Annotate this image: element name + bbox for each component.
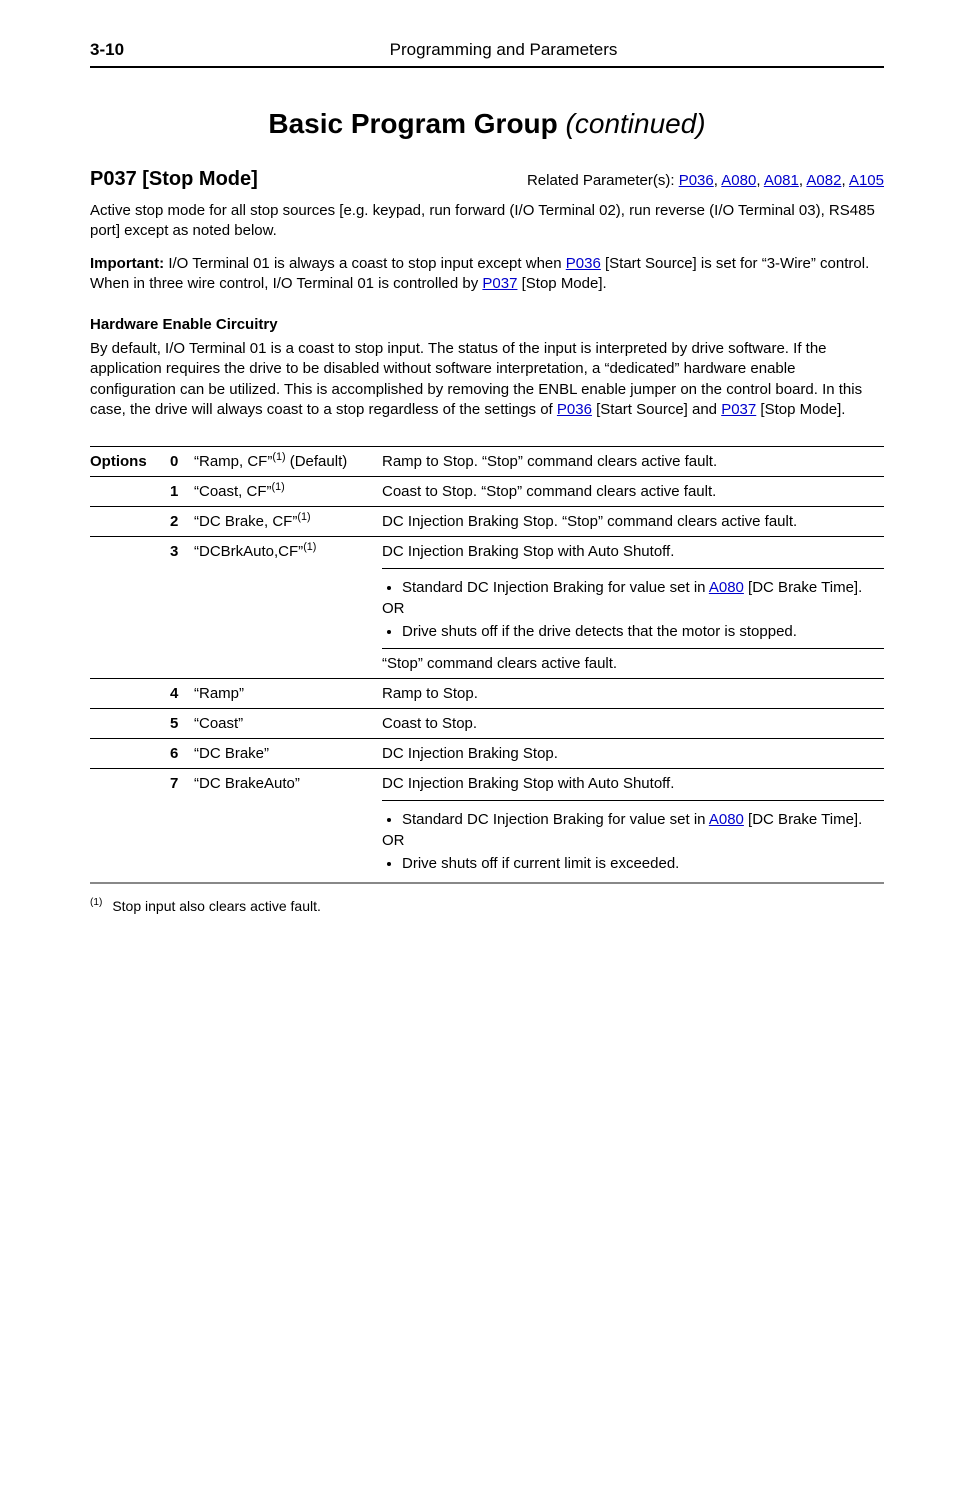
related-link[interactable]: A081	[764, 172, 799, 189]
inline-link[interactable]: P037	[721, 401, 756, 418]
opt-num: 2	[170, 507, 194, 536]
or-text: OR	[382, 600, 884, 617]
footnote-text: Stop input also clears active fault.	[112, 898, 321, 914]
opt-desc: DC Injection Braking Stop. “Stop” comman…	[382, 507, 884, 536]
opt-num: 0	[170, 447, 194, 476]
opt-name: “Coast”	[194, 709, 382, 738]
paragraph-2: Important: I/O Terminal 01 is always a c…	[90, 254, 884, 295]
opt-name: “Coast, CF”(1)	[194, 477, 382, 506]
hw-c: [Stop Mode].	[756, 401, 845, 418]
page: 3-10 Programming and Parameters Basic Pr…	[0, 0, 954, 974]
para2-a: I/O Terminal 01 is always a coast to sto…	[164, 255, 566, 272]
opt-num: 4	[170, 679, 194, 708]
group-title: Basic Program Group (continued)	[90, 108, 884, 140]
opt-desc-line1: DC Injection Braking Stop with Auto Shut…	[382, 543, 884, 560]
inline-link[interactable]: P036	[557, 401, 592, 418]
hw-b: [Start Source] and	[592, 401, 721, 418]
opt-desc: DC Injection Braking Stop.	[382, 739, 884, 768]
inline-link[interactable]: A080	[709, 579, 744, 596]
opt-num: 5	[170, 709, 194, 738]
opt-bullet: Drive shuts off if current limit is exce…	[402, 855, 884, 872]
opt-name: “Ramp, CF”(1) (Default)	[194, 447, 382, 476]
opt-bullet: Drive shuts off if the drive detects tha…	[402, 623, 884, 640]
related-link[interactable]: A080	[721, 172, 756, 189]
group-title-text: Basic Program Group	[268, 108, 557, 139]
header-title: Programming and Parameters	[390, 40, 618, 60]
opt-num: 1	[170, 477, 194, 506]
related-link[interactable]: A082	[806, 172, 841, 189]
opt-bullet: Standard DC Injection Braking for value …	[402, 811, 884, 828]
opt-desc: DC Injection Braking Stop with Auto Shut…	[382, 769, 884, 882]
inline-link[interactable]: P037	[482, 275, 517, 292]
opt-name: “DC Brake, CF”(1)	[194, 507, 382, 536]
opt-desc-line2: “Stop” command clears active fault.	[382, 648, 884, 672]
footnote-sup: (1)	[90, 897, 102, 908]
opt-name: “DC BrakeAuto”	[194, 769, 382, 882]
related-params: Related Parameter(s): P036, A080, A081, …	[527, 172, 884, 189]
page-header: 3-10 Programming and Parameters	[90, 40, 884, 68]
options-table: Options 0 “Ramp, CF”(1) (Default) Ramp t…	[90, 446, 884, 884]
related-link[interactable]: P036	[679, 172, 714, 189]
opt-desc: DC Injection Braking Stop with Auto Shut…	[382, 537, 884, 678]
opt-desc: Coast to Stop. “Stop” command clears act…	[382, 477, 884, 506]
opt-num: 6	[170, 739, 194, 768]
opt-name: “DCBrkAuto,CF”(1)	[194, 537, 382, 678]
opt-bullet: Standard DC Injection Braking for value …	[402, 579, 884, 596]
hw-heading: Hardware Enable Circuitry	[90, 316, 884, 333]
table-row: 6 “DC Brake” DC Injection Braking Stop.	[90, 739, 884, 769]
opt-num: 3	[170, 537, 194, 678]
param-header-row: P037 [Stop Mode] Related Parameter(s): P…	[90, 168, 884, 191]
page-number: 3-10	[90, 40, 124, 60]
paragraph-1: Active stop mode for all stop sources [e…	[90, 201, 884, 242]
opt-desc: Ramp to Stop. “Stop” command clears acti…	[382, 447, 884, 476]
group-title-cont: (continued)	[566, 108, 706, 139]
opt-desc: Ramp to Stop.	[382, 679, 884, 708]
inline-link[interactable]: A080	[709, 811, 744, 828]
table-row: 5 “Coast” Coast to Stop.	[90, 709, 884, 739]
opt-num: 7	[170, 769, 194, 882]
footnote: (1) Stop input also clears active fault.	[90, 898, 884, 914]
opt-desc: Coast to Stop.	[382, 709, 884, 738]
table-row: 2 “DC Brake, CF”(1) DC Injection Braking…	[90, 507, 884, 537]
table-row: 4 “Ramp” Ramp to Stop.	[90, 679, 884, 709]
or-text: OR	[382, 832, 884, 849]
table-row: 7 “DC BrakeAuto” DC Injection Braking St…	[90, 769, 884, 882]
inline-link[interactable]: P036	[566, 255, 601, 272]
opt-name: “DC Brake”	[194, 739, 382, 768]
related-label: Related Parameter(s):	[527, 172, 679, 189]
important-label: Important:	[90, 255, 164, 272]
opt-name: “Ramp”	[194, 679, 382, 708]
table-row: Options 0 “Ramp, CF”(1) (Default) Ramp t…	[90, 447, 884, 477]
table-row: 3 “DCBrkAuto,CF”(1) DC Injection Braking…	[90, 537, 884, 679]
opt-desc-line1: DC Injection Braking Stop with Auto Shut…	[382, 775, 884, 792]
related-link[interactable]: A105	[849, 172, 884, 189]
table-row: 1 “Coast, CF”(1) Coast to Stop. “Stop” c…	[90, 477, 884, 507]
para2-c: [Stop Mode].	[517, 275, 606, 292]
options-label: Options	[90, 447, 170, 476]
param-name: P037 [Stop Mode]	[90, 168, 258, 191]
hw-paragraph: By default, I/O Terminal 01 is a coast t…	[90, 339, 884, 420]
